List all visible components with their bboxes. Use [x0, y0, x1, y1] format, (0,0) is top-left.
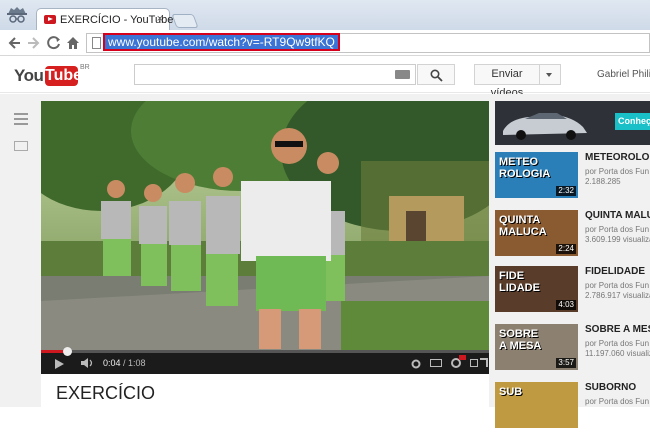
- guide-grid-icon[interactable]: [14, 141, 28, 151]
- related-video-channel[interactable]: por Porta dos Fun: [585, 167, 649, 176]
- close-tab-icon[interactable]: ×: [157, 13, 163, 25]
- thumbnail-caption: FIDE LIDADE: [499, 270, 540, 294]
- fullscreen-icon[interactable]: [480, 358, 488, 367]
- thumbnail-caption: SOBRE A MESA: [499, 328, 542, 352]
- related-video-item[interactable]: QUINTA MALUCA 2:24 QUINTA MALUC por Porta d…: [495, 210, 650, 260]
- related-video-channel[interactable]: por Porta dos Fun: [585, 281, 649, 290]
- video-duration-badge: 3:57: [556, 358, 576, 368]
- related-video-title[interactable]: METEOROLOG: [585, 152, 650, 163]
- related-video-channel[interactable]: por Porta dos Fun: [585, 397, 649, 406]
- forward-icon[interactable]: [26, 35, 42, 51]
- related-video-views: 3.609.199 visualiza: [585, 235, 650, 244]
- hd-settings-icon[interactable]: [450, 355, 466, 369]
- reload-icon[interactable]: [46, 35, 62, 51]
- thumbnail-caption: SUB: [499, 386, 523, 398]
- video-player[interactable]: 0:04 / 1:08: [41, 101, 489, 374]
- upload-dropdown-icon[interactable]: [540, 64, 561, 85]
- video-frame[interactable]: [41, 101, 489, 351]
- related-video-title[interactable]: QUINTA MALUC: [585, 210, 650, 221]
- settings-gear-icon[interactable]: [411, 359, 421, 369]
- related-video-thumbnail[interactable]: QUINTA MALUCA 2:24: [495, 210, 578, 256]
- upload-button[interactable]: Enviar vídeos: [474, 64, 540, 99]
- video-duration-badge: 2:32: [556, 186, 576, 196]
- related-video-views: 2.188.285: [585, 177, 621, 186]
- related-video-item[interactable]: METEO ROLOGIA 2:32 METEOROLOG por Porta dos…: [495, 152, 650, 202]
- related-video-item[interactable]: SUB SUBORNO por Porta dos Fun: [495, 382, 650, 432]
- logo-you: You: [14, 66, 44, 85]
- video-title-panel: EXERCÍCIO: [41, 374, 489, 407]
- browser-toolbar: www.youtube.com/watch?v=-RT9Qw9tfKQ: [0, 30, 650, 56]
- video-title: EXERCÍCIO: [56, 383, 156, 403]
- address-bar[interactable]: www.youtube.com/watch?v=-RT9Qw9tfKQ: [86, 33, 650, 53]
- youtube-favicon-icon: [44, 15, 56, 24]
- related-video-title[interactable]: FIDELIDADE: [585, 266, 645, 277]
- duration: 1:08: [128, 358, 146, 368]
- url-text[interactable]: www.youtube.com/watch?v=-RT9Qw9tfKQ: [103, 33, 340, 51]
- current-time: 0:04: [103, 358, 121, 368]
- search-button[interactable]: [417, 64, 455, 85]
- related-video-thumbnail[interactable]: METEO ROLOGIA 2:32: [495, 152, 578, 198]
- related-video-thumbnail[interactable]: SOBRE A MESA 3:57: [495, 324, 578, 370]
- browser-tabstrip: EXERCÍCIO - YouTube ×: [0, 0, 650, 31]
- youtube-header: You Tube BR Enviar vídeos Gabriel Philip…: [0, 57, 650, 99]
- back-icon[interactable]: [6, 35, 22, 51]
- progress-bar[interactable]: [41, 347, 489, 356]
- related-video-channel[interactable]: por Porta dos Fun: [585, 339, 649, 348]
- page-icon: [92, 37, 101, 49]
- thumbnail-caption: METEO ROLOGIA: [499, 156, 551, 180]
- car-ad-image: [495, 101, 605, 145]
- related-video-item[interactable]: FIDE LIDADE 4:03 FIDELIDADE por Porta dos F…: [495, 266, 650, 316]
- player-controls: 0:04 / 1:08: [41, 347, 489, 374]
- new-tab-button[interactable]: [171, 14, 199, 28]
- time-separator: /: [120, 358, 129, 368]
- related-video-item[interactable]: SOBRE A MESA 3:57 SOBRE A MESA por Porta do…: [495, 324, 650, 374]
- search-input[interactable]: [134, 64, 416, 85]
- related-video-views: 2.786.917 visualiza: [585, 291, 650, 300]
- username[interactable]: Gabriel Philipe: [597, 69, 650, 80]
- video-duration-badge: 4:03: [556, 300, 576, 310]
- volume-icon[interactable]: [81, 358, 95, 368]
- related-video-views: 11.197.060 visualiza: [585, 349, 650, 358]
- home-icon[interactable]: [65, 35, 81, 51]
- progress-scrubber[interactable]: [63, 347, 73, 356]
- related-video-title[interactable]: SOBRE A MESA: [585, 324, 650, 335]
- captions-icon[interactable]: [430, 359, 442, 367]
- play-icon[interactable]: [55, 359, 64, 369]
- timecode: 0:04 / 1:08: [103, 358, 146, 368]
- logo-tube: Tube: [45, 66, 83, 86]
- incognito-icon: [7, 7, 27, 23]
- search-icon: [430, 69, 443, 82]
- guide-menu-icon[interactable]: [14, 113, 28, 125]
- sidebar-ad[interactable]: Conheça: [495, 101, 650, 145]
- ad-cta-button[interactable]: Conheça: [615, 113, 650, 130]
- related-video-thumbnail[interactable]: SUB: [495, 382, 578, 428]
- related-video-channel[interactable]: por Porta dos Fun: [585, 225, 649, 234]
- related-video-thumbnail[interactable]: FIDE LIDADE 4:03: [495, 266, 578, 312]
- logo-country: BR: [80, 64, 90, 71]
- theater-mode-icon[interactable]: [470, 359, 478, 367]
- browser-tab[interactable]: EXERCÍCIO - YouTube ×: [36, 8, 173, 31]
- keyboard-icon[interactable]: [395, 70, 410, 79]
- thumbnail-caption: QUINTA MALUCA: [499, 214, 547, 238]
- related-video-title[interactable]: SUBORNO: [585, 382, 636, 393]
- video-duration-badge: 2:24: [556, 244, 576, 254]
